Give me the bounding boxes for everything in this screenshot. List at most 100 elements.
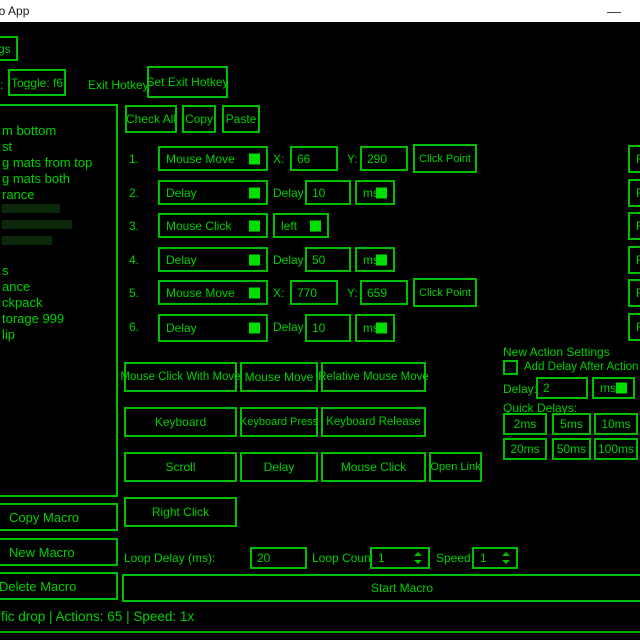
macro-list-item[interactable]: st [2,139,12,154]
macro-list-item[interactable]: s [2,263,9,278]
action-type-dropdown[interactable]: Mouse Click [158,213,268,238]
new-action-delay-unit-dropdown[interactable]: ms [592,377,635,399]
dropdown-square-icon [376,187,387,198]
click-point-button[interactable]: Click Point [413,144,477,173]
dropdown-square-icon [249,153,260,164]
delay-unit-dropdown[interactable]: ms [355,247,395,272]
add-keyboard-release-button[interactable]: Keyboard Release [321,407,426,437]
stepper-arrows-icon[interactable] [414,549,422,567]
add-keyboard-button[interactable]: Keyboard [124,407,237,437]
action-row-number: 5. [129,286,139,300]
add-mouse-move-button[interactable]: Mouse Move [240,362,318,392]
add-mouse-click-with-move-button[interactable]: Mouse Click With Move [124,362,237,392]
macro-list-item-dim[interactable] [2,220,72,229]
macro-list-item[interactable]: ance [2,279,30,294]
macro-list-item[interactable]: rance [2,187,35,202]
x-coordinate-input[interactable] [290,280,338,305]
new-action-delay-input[interactable] [536,377,588,399]
remove-action-button[interactable]: Remove [628,145,640,173]
status-bar-divider [0,631,640,633]
quick-delay-10ms-button[interactable]: 10ms [594,413,638,435]
menu-settings[interactable]: Settings [0,36,18,61]
add-delay-after-action-checkbox[interactable] [503,360,518,375]
add-scroll-button[interactable]: Scroll [124,452,237,482]
new-action-settings-title: New Action Settings [503,345,610,359]
add-relative-mouse-move-button[interactable]: Relative Mouse Move [321,362,426,392]
macro-list[interactable]: m bottom st g mats from top g mats both … [0,104,118,497]
delay-unit-dropdown[interactable]: ms [355,314,395,342]
remove-action-button[interactable]: Remove [628,212,640,240]
add-mouse-click-button[interactable]: Mouse Click [321,452,426,482]
action-row-number: 2. [129,186,139,200]
add-right-click-button[interactable]: Right Click [124,497,237,527]
mouse-button-dropdown[interactable]: left [273,213,329,238]
quick-delay-100ms-button[interactable]: 100ms [594,438,638,460]
loop-count-label: Loop Count: [312,551,377,565]
macro-list-item[interactable]: ckpack [2,295,42,310]
dropdown-square-icon [249,287,260,298]
quick-delay-20ms-button[interactable]: 20ms [503,438,547,460]
dropdown-square-icon [249,323,260,334]
action-row-number: 3. [129,219,139,233]
x-label: X: [273,152,284,166]
quick-delay-50ms-button[interactable]: 50ms [552,438,591,460]
action-type-dropdown[interactable]: Delay [158,314,268,342]
app-window: Macro App — Settings : Toggle: f6 Exit H… [0,0,640,640]
copy-button[interactable]: Copy [182,105,216,133]
macro-list-item-dim[interactable] [2,204,60,213]
remove-action-button[interactable]: Remove [628,179,640,207]
y-coordinate-input[interactable] [360,146,408,171]
status-bar-text: ific drop | Actions: 65 | Speed: 1x [0,609,194,624]
add-open-link-button[interactable]: Open Link [429,452,482,482]
action-row-number: 6. [129,320,139,334]
action-type-dropdown[interactable]: Delay [158,247,268,272]
loop-delay-label: Loop Delay (ms): [124,551,215,565]
macro-list-item-dim[interactable] [2,236,52,245]
speed-stepper[interactable]: 1 [472,547,518,569]
click-point-button[interactable]: Click Point [413,278,477,307]
action-row-number: 4. [129,253,139,267]
dropdown-square-icon [249,220,260,231]
y-label: Y: [347,286,358,300]
macro-list-item[interactable]: lip [2,327,15,342]
macro-list-item[interactable]: g mats both [2,171,70,186]
add-keyboard-press-button[interactable]: Keyboard Press [240,407,318,437]
macro-list-item[interactable]: torage 999 [2,311,64,326]
window-title: Macro App [0,4,29,18]
delay-value-input[interactable] [305,247,351,272]
new-action-delay-label: Delay: [503,382,537,396]
stepper-arrows-icon[interactable] [502,549,510,567]
action-type-dropdown[interactable]: Delay [158,180,268,205]
set-exit-hotkey-button[interactable]: Set Exit Hotkey [147,66,228,98]
y-coordinate-input[interactable] [360,280,408,305]
exit-hotkey-label: Exit Hotkey: [88,78,152,92]
add-delay-button[interactable]: Delay [240,452,318,482]
toggle-hotkey-button[interactable]: Toggle: f6 [8,69,66,96]
remove-action-button[interactable]: Remove [628,313,640,341]
start-macro-button[interactable]: Start Macro [122,574,640,602]
x-label: X: [273,286,284,300]
action-row-number: 1. [129,152,139,166]
actions-list[interactable]: Check All Copy Paste 1. Mouse Move X: Y:… [122,100,640,342]
delay-value-input[interactable] [305,314,351,342]
minimize-icon[interactable]: — [600,1,628,21]
check-all-button[interactable]: Check All [125,105,177,133]
loop-count-stepper[interactable]: 1 [370,547,430,569]
copy-macro-button[interactable]: Copy Macro [0,503,118,531]
speed-label: Speed: [436,551,474,565]
quick-delay-5ms-button[interactable]: 5ms [552,413,591,435]
quick-delay-2ms-button[interactable]: 2ms [503,413,547,435]
delay-unit-dropdown[interactable]: ms [355,180,395,205]
remove-action-button[interactable]: Remove [628,246,640,274]
new-macro-button[interactable]: New Macro [0,538,118,566]
paste-button[interactable]: Paste [222,105,260,133]
delay-value-input[interactable] [305,180,351,205]
macro-list-item[interactable]: g mats from top [2,155,92,170]
action-type-dropdown[interactable]: Mouse Move [158,280,268,305]
delete-macro-button[interactable]: Delete Macro [0,572,118,600]
macro-list-item[interactable]: m bottom [2,123,56,138]
remove-action-button[interactable]: Remove [628,279,640,307]
x-coordinate-input[interactable] [290,146,338,171]
loop-delay-input[interactable] [250,547,307,569]
action-type-dropdown[interactable]: Mouse Move [158,146,268,171]
